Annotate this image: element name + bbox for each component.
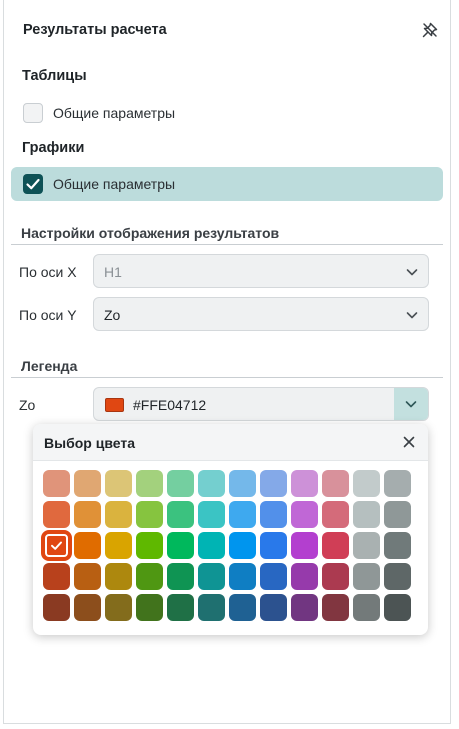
color-swatch-cell[interactable]: [43, 470, 70, 497]
color-swatch-cell[interactable]: [260, 563, 287, 590]
color-swatch-cell[interactable]: [198, 532, 225, 559]
tables-section-title: Таблицы: [22, 68, 87, 84]
color-swatch-cell[interactable]: [229, 470, 256, 497]
color-swatch-cell[interactable]: [353, 563, 380, 590]
color-swatch-cell[interactable]: [384, 470, 411, 497]
color-picker-title: Выбор цвета: [44, 435, 135, 451]
color-swatch-cell[interactable]: [260, 532, 287, 559]
color-swatch-cell[interactable]: [136, 470, 163, 497]
close-icon[interactable]: [402, 435, 416, 449]
tables-general-params-row[interactable]: Общие параметры: [11, 96, 443, 130]
graphs-general-params-row[interactable]: Общие параметры: [11, 167, 443, 201]
divider: [11, 377, 443, 378]
color-swatch-cell[interactable]: [43, 563, 70, 590]
color-swatch-cell[interactable]: [198, 563, 225, 590]
color-swatch-cell[interactable]: [74, 594, 101, 621]
color-swatch-cell[interactable]: [291, 563, 318, 590]
color-swatch-cell[interactable]: [105, 594, 132, 621]
panel-title: Результаты расчета: [23, 22, 167, 38]
color-swatch-cell[interactable]: [167, 501, 194, 528]
y-axis-label: По оси Y: [19, 307, 77, 323]
color-swatch-cell[interactable]: [353, 532, 380, 559]
color-swatch-cell[interactable]: [384, 563, 411, 590]
color-swatch-cell[interactable]: [105, 470, 132, 497]
color-swatch-cell[interactable]: [43, 532, 70, 559]
graphs-general-params-label: Общие параметры: [53, 176, 176, 192]
chevron-down-icon: [406, 312, 418, 319]
color-picker-popup: Выбор цвета: [33, 424, 428, 635]
tables-general-params-label: Общие параметры: [53, 105, 176, 121]
checkmark-icon: [26, 178, 40, 190]
color-swatch-cell[interactable]: [353, 470, 380, 497]
color-swatch-cell[interactable]: [322, 532, 349, 559]
color-swatch-cell[interactable]: [74, 501, 101, 528]
color-swatch-cell[interactable]: [384, 501, 411, 528]
color-swatch-cell[interactable]: [322, 594, 349, 621]
divider: [11, 244, 443, 245]
color-swatch-cell[interactable]: [105, 532, 132, 559]
color-swatch-cell[interactable]: [136, 501, 163, 528]
color-swatch-cell[interactable]: [74, 532, 101, 559]
chevron-down-icon: [406, 269, 418, 276]
x-axis-value: H1: [104, 264, 122, 280]
color-swatch-cell[interactable]: [384, 532, 411, 559]
color-swatch-cell[interactable]: [291, 532, 318, 559]
color-hex-value: #FFE04712: [133, 397, 207, 413]
legend-color-field[interactable]: #FFE04712: [93, 387, 429, 421]
color-swatch-cell[interactable]: [167, 470, 194, 497]
color-swatch-cell[interactable]: [229, 594, 256, 621]
y-axis-select[interactable]: Zo: [93, 297, 429, 331]
legend-series-label: Zo: [19, 397, 36, 413]
color-swatch-cell[interactable]: [136, 563, 163, 590]
x-axis-select[interactable]: H1: [93, 254, 429, 288]
display-settings-title: Настройки отображения результатов: [21, 225, 280, 241]
color-swatch-cell[interactable]: [291, 470, 318, 497]
color-swatch-cell[interactable]: [43, 594, 70, 621]
color-picker-header: Выбор цвета: [33, 424, 428, 461]
color-swatch-cell[interactable]: [74, 470, 101, 497]
tables-general-params-checkbox[interactable]: [23, 103, 43, 123]
color-swatch-cell[interactable]: [167, 563, 194, 590]
color-swatch-cell[interactable]: [353, 594, 380, 621]
color-swatch-cell[interactable]: [291, 594, 318, 621]
graphs-general-params-checkbox[interactable]: [23, 174, 43, 194]
color-swatch-cell[interactable]: [229, 563, 256, 590]
graphs-section-title: Графики: [22, 140, 85, 156]
color-swatch-cell[interactable]: [322, 501, 349, 528]
color-swatch-cell[interactable]: [198, 470, 225, 497]
color-swatch-cell[interactable]: [198, 501, 225, 528]
color-swatch-cell[interactable]: [167, 594, 194, 621]
color-swatch-cell[interactable]: [198, 594, 225, 621]
color-swatch-cell[interactable]: [291, 501, 318, 528]
color-swatch-cell[interactable]: [322, 470, 349, 497]
checkmark-icon: [51, 541, 62, 550]
color-swatch-cell[interactable]: [105, 501, 132, 528]
color-swatch-cell[interactable]: [74, 563, 101, 590]
legend-title: Легенда: [21, 358, 78, 374]
chevron-down-icon: [405, 401, 417, 408]
pin-icon[interactable]: [421, 21, 439, 39]
color-dropdown-button[interactable]: [394, 388, 428, 420]
color-swatch-cell[interactable]: [353, 501, 380, 528]
color-swatch-cell[interactable]: [322, 563, 349, 590]
color-swatch-cell[interactable]: [167, 532, 194, 559]
color-swatch-cell[interactable]: [136, 594, 163, 621]
color-swatch-cell[interactable]: [105, 563, 132, 590]
color-swatch-cell[interactable]: [260, 501, 287, 528]
color-swatch-cell[interactable]: [43, 501, 70, 528]
color-swatch: [105, 398, 124, 412]
color-swatch-cell[interactable]: [229, 532, 256, 559]
color-swatch-cell[interactable]: [384, 594, 411, 621]
color-swatch-cell[interactable]: [260, 470, 287, 497]
color-swatch-cell[interactable]: [136, 532, 163, 559]
x-axis-label: По оси X: [19, 264, 77, 280]
color-swatch-cell[interactable]: [229, 501, 256, 528]
panel-header: Результаты расчета: [4, 0, 450, 60]
y-axis-value: Zo: [104, 307, 121, 323]
color-swatch-cell[interactable]: [260, 594, 287, 621]
